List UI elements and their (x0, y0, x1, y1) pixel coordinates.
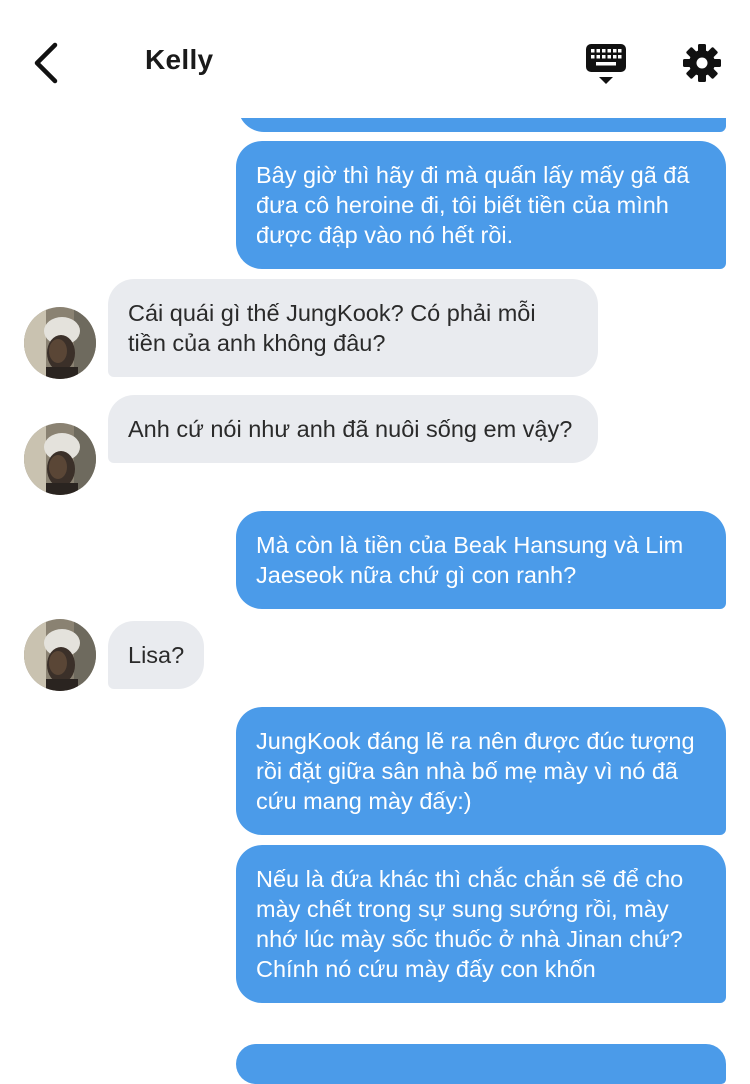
avatar-photo-icon (24, 307, 96, 379)
settings-button[interactable] (680, 40, 724, 86)
chat-header: Kelly (0, 0, 750, 118)
gear-icon (683, 44, 721, 82)
avatar[interactable] (24, 423, 96, 495)
keyboard-icon (586, 44, 626, 84)
message-bubble-sent[interactable]: JungKook đáng lẽ ra nên được đúc tượng r… (236, 707, 726, 835)
avatar-photo-icon (24, 619, 96, 691)
avatar[interactable] (24, 307, 96, 379)
message-bubble-sent[interactable]: Mà còn là tiền của Beak Hansung và Lim J… (236, 511, 726, 609)
chevron-left-icon (34, 42, 58, 84)
chat-thread: Bây giờ thì hãy đi mà quấn lấy mấy gã đã… (0, 0, 750, 1084)
keyboard-button[interactable] (582, 40, 630, 88)
message-bubble-received[interactable]: Anh cứ nói như anh đã nuôi sống em vậy? (108, 395, 598, 463)
message-bubble-sent[interactable] (236, 1044, 726, 1084)
message-bubble-received[interactable]: Lisa? (108, 621, 205, 689)
avatar[interactable] (24, 619, 96, 691)
conversation-title: Kelly (145, 44, 214, 75)
back-button[interactable] (22, 38, 70, 88)
message-bubble-sent[interactable]: Bây giờ thì hãy đi mà quấn lấy mấy gã đã… (236, 141, 726, 269)
avatar-photo-icon (24, 423, 96, 495)
message-bubble-received[interactable]: Cái quái gì thế JungKook? Có phải mỗi ti… (108, 279, 598, 377)
message-bubble-sent[interactable]: Nếu là đứa khác thì chắc chắn sẽ để cho … (236, 845, 726, 1003)
